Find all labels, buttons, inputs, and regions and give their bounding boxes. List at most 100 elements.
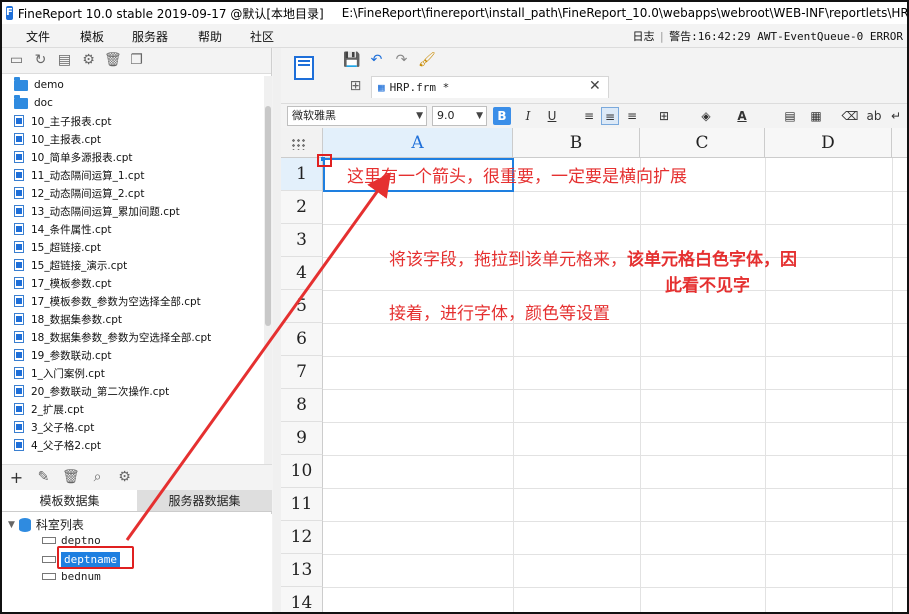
row-header[interactable]: 5 <box>281 290 323 323</box>
column-header-e[interactable] <box>892 128 907 158</box>
tree-toolbar: ▭ ↻ ▤ ⚙ 🗑 ❐ <box>2 48 271 74</box>
bold-button[interactable]: B <box>493 107 511 125</box>
grid-layout-icon[interactable]: ⊞ <box>347 78 364 95</box>
font-size-select[interactable]: 9.0 ▼ <box>432 106 487 126</box>
row-header[interactable]: 12 <box>281 521 323 554</box>
tree-file[interactable]: 18_数据集参数.cpt <box>2 310 264 328</box>
row-header[interactable]: 10 <box>281 455 323 488</box>
align-center-icon[interactable]: ≡ <box>601 107 619 125</box>
fill-color-icon[interactable]: ◈ <box>697 107 715 125</box>
font-color-icon[interactable]: A <box>733 107 751 125</box>
merge-cells-icon[interactable]: ▤ <box>781 107 799 125</box>
edit-icon[interactable]: ✎ <box>35 469 52 486</box>
tree-folder[interactable]: demo <box>2 76 264 94</box>
cpt-file-icon <box>14 241 24 253</box>
column-icon <box>42 573 56 580</box>
align-left-icon[interactable]: ≡ <box>580 107 598 125</box>
row-header[interactable]: 11 <box>281 488 323 521</box>
tree-file[interactable]: 10_主报表.cpt <box>2 130 264 148</box>
italic-button[interactable]: I <box>519 107 537 125</box>
menu-help[interactable]: 帮助 <box>198 28 222 45</box>
border-icon[interactable]: ⊞ <box>655 107 673 125</box>
tree-file[interactable]: 2_扩展.cpt <box>2 400 264 418</box>
tree-file[interactable]: 1_入门案例.cpt <box>2 364 264 382</box>
save-icon[interactable]: 💾 <box>343 52 360 69</box>
title-bar: F FineReport 10.0 stable 2019-09-17 @默认[… <box>2 2 907 24</box>
tree-scrollbar-thumb[interactable] <box>265 106 271 326</box>
text-style-button[interactable]: ab <box>865 107 883 125</box>
wrap-icon[interactable]: ↵ <box>887 107 905 125</box>
tree-file[interactable]: 3_父子格.cpt <box>2 418 264 436</box>
add-dataset-icon[interactable]: + <box>8 469 25 486</box>
menu-community[interactable]: 社区 <box>250 28 274 45</box>
log-button[interactable]: 日志 <box>632 30 654 43</box>
tree-file[interactable]: 11_动态隔间运算_1.cpt <box>2 166 264 184</box>
column-header-b[interactable]: B <box>513 128 640 158</box>
expand-arrow-icon[interactable]: ▼ <box>8 520 15 530</box>
template-type-button[interactable] <box>291 54 317 88</box>
column-header-c[interactable]: C <box>640 128 765 158</box>
row-header[interactable]: 2 <box>281 191 323 224</box>
warning-text[interactable]: 警告:16:42:29 AWT-EventQueue-0 ERROR <box>669 30 903 43</box>
undo-icon[interactable]: ↶ <box>368 52 385 69</box>
column-header-d[interactable]: D <box>765 128 892 158</box>
file-tab-hrp[interactable]: ▦ HRP.frm * <box>371 76 609 98</box>
dataset-toolbar: + ✎ 🗑 ⌕ ⚙ <box>2 464 272 490</box>
menu-file[interactable]: 文件 <box>26 28 50 45</box>
tree-folder[interactable]: doc <box>2 94 264 112</box>
app-window: F FineReport 10.0 stable 2019-09-17 @默认[… <box>0 0 909 614</box>
row-header[interactable]: 8 <box>281 389 323 422</box>
column-header-a[interactable]: A <box>323 128 513 158</box>
tree-scrollbar[interactable] <box>264 76 272 490</box>
cpt-file-icon <box>14 331 24 343</box>
tree-file[interactable]: 10_简单多源报表.cpt <box>2 148 264 166</box>
grid-line <box>892 158 893 612</box>
tree-file[interactable]: 10_主子报表.cpt <box>2 112 264 130</box>
dataset-table[interactable]: ▼ 科室列表 <box>8 516 84 533</box>
tab-template-dataset[interactable]: 模板数据集 <box>2 490 137 512</box>
copy-icon[interactable]: ❐ <box>128 52 145 69</box>
expand-arrow-marker <box>317 154 332 167</box>
panel-splitter[interactable] <box>273 48 281 612</box>
tree-file[interactable]: 17_模板参数_参数为空选择全部.cpt <box>2 292 264 310</box>
menu-template[interactable]: 模板 <box>80 28 104 45</box>
row-header[interactable]: 6 <box>281 323 323 356</box>
tree-file[interactable]: 20_参数联动_第二次操作.cpt <box>2 382 264 400</box>
row-header[interactable]: 13 <box>281 554 323 587</box>
delete-icon[interactable]: 🗑 <box>104 52 122 69</box>
tree-file[interactable]: 4_父子格2.cpt <box>2 436 264 454</box>
close-tab-icon[interactable]: ✕ <box>589 78 901 94</box>
redo-icon[interactable]: ↷ <box>393 52 410 69</box>
window-title: FineReport 10.0 stable 2019-09-17 @默认[本地… <box>17 6 324 21</box>
row-header[interactable]: 9 <box>281 422 323 455</box>
tree-file[interactable]: 17_模板参数.cpt <box>2 274 264 292</box>
font-family-select[interactable]: 微软雅黑 ▼ <box>287 106 427 126</box>
tree-file[interactable]: 14_条件属性.cpt <box>2 220 264 238</box>
delete-dataset-icon[interactable]: 🗑 <box>62 469 80 486</box>
preview-icon[interactable]: ⌕ <box>89 469 106 486</box>
align-right-icon[interactable]: ≡ <box>623 107 641 125</box>
dataset-column[interactable]: bednum <box>42 570 101 583</box>
tree-file[interactable]: 13_动态隔间运算_累加间题.cpt <box>2 202 264 220</box>
row-header[interactable]: 4 <box>281 257 323 290</box>
menu-server[interactable]: 服务器 <box>132 28 168 45</box>
tree-file[interactable]: 18_数据集参数_参数为空选择全部.cpt <box>2 328 264 346</box>
refresh-icon[interactable]: ↻ <box>32 52 49 69</box>
open-icon[interactable]: ▤ <box>56 52 73 69</box>
clear-icon[interactable]: ⌫ <box>841 107 859 125</box>
tree-file[interactable]: 15_超链接_演示.cpt <box>2 256 264 274</box>
row-header[interactable]: 7 <box>281 356 323 389</box>
dataset-settings-icon[interactable]: ⚙ <box>116 469 133 486</box>
row-header[interactable]: 3 <box>281 224 323 257</box>
tab-server-dataset[interactable]: 服务器数据集 <box>137 490 272 512</box>
selected-field-highlight <box>57 546 134 569</box>
new-folder-icon[interactable]: ▭ <box>8 52 25 69</box>
underline-button[interactable]: U <box>543 107 561 125</box>
unmerge-cells-icon[interactable]: ▦ <box>807 107 825 125</box>
row-header[interactable]: 14 <box>281 587 323 612</box>
tree-file[interactable]: 15_超链接.cpt <box>2 238 264 256</box>
tree-file[interactable]: 19_参数联动.cpt <box>2 346 264 364</box>
settings-icon[interactable]: ⚙ <box>80 52 97 69</box>
format-painter-icon[interactable]: 🖌 <box>418 52 436 69</box>
tree-file[interactable]: 12_动态隔间运算_2.cpt <box>2 184 264 202</box>
